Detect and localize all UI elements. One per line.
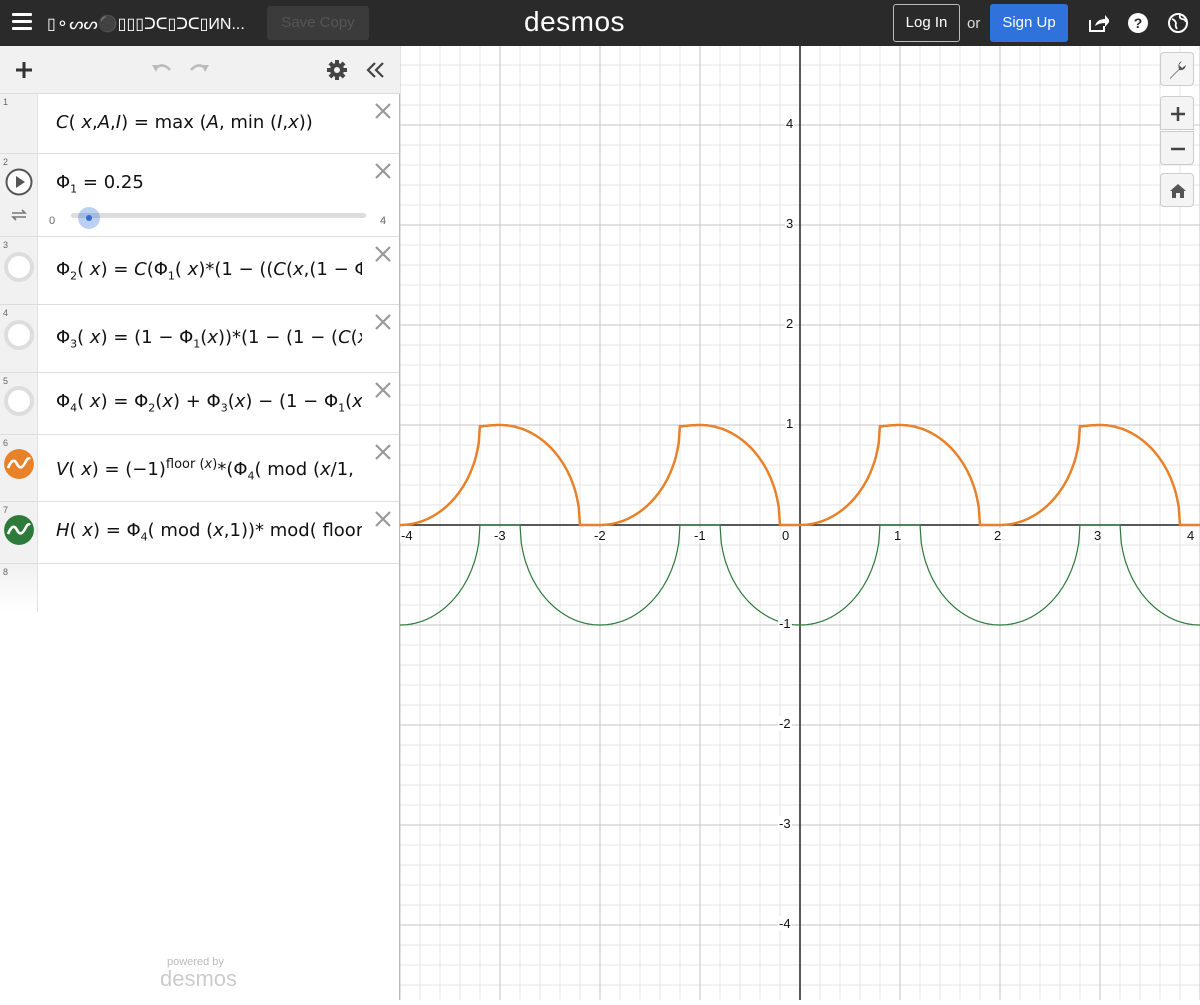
signup-button[interactable]: Sign Up [990, 4, 1068, 42]
login-button[interactable]: Log In [893, 4, 960, 42]
expression-formula[interactable]: V( x) = (−1)floor (x)*(Φ4( mod (x/1, [56, 457, 362, 483]
zoom-out-button[interactable] [1160, 131, 1194, 165]
zoom-in-icon [1171, 107, 1185, 121]
x-tick-label: 1 [893, 528, 903, 543]
expression-row-1[interactable]: 1 C( x,A,I) = max (A, min (I,x)) [0, 94, 399, 154]
y-tick-label: 4 [785, 116, 795, 131]
expression-gutter: 2 [0, 154, 38, 236]
x-tick-label: -3 [493, 528, 507, 543]
orange-wave-icon[interactable] [4, 449, 34, 479]
expression-row-4[interactable]: 4 Φ3( x) = (1 − Φ1(x))*(1 − (1 − (C(x,0 [0, 305, 399, 373]
globe-icon[interactable] [1167, 12, 1189, 34]
y-tick-label: 1 [785, 416, 795, 431]
x-tick-label: 4 [1186, 528, 1196, 543]
expression-formula[interactable]: H( x) = Φ4( mod (x,1))* mod( floor [56, 520, 362, 544]
loop-icon[interactable] [10, 207, 28, 223]
expression-number: 7 [3, 505, 9, 515]
slider-track[interactable] [71, 213, 366, 218]
delete-icon[interactable] [374, 443, 392, 461]
expression-number: 4 [3, 308, 9, 318]
expression-row-3[interactable]: 3 Φ2( x) = C(Φ1( x)*(1 − ((C(x,(1 − Φ1 [0, 237, 399, 305]
expression-number: 8 [3, 567, 9, 577]
share-icon[interactable] [1087, 12, 1109, 34]
x-tick-label: -4 [400, 528, 414, 543]
y-tick-label: -4 [778, 916, 792, 931]
expression-number: 5 [3, 376, 9, 386]
expression-number: 6 [3, 438, 9, 448]
x-tick-label: 2 [993, 528, 1003, 543]
y-tick-label: 3 [785, 216, 795, 231]
desmos-logo: desmos [524, 6, 626, 37]
expression-gutter: 4 [0, 305, 38, 372]
y-tick-label: 2 [785, 316, 795, 331]
collapse-panel-icon[interactable] [364, 59, 386, 81]
expression-list: 1 C( x,A,I) = max (A, min (I,x)) 2 Φ1 = … [0, 46, 400, 1000]
expression-formula[interactable]: C( x,A,I) = max (A, min (I,x)) [56, 112, 362, 133]
expression-toolbar [0, 46, 400, 94]
delete-icon[interactable] [374, 381, 392, 399]
play-icon[interactable] [4, 167, 34, 197]
graph-canvas[interactable]: -4 -3 -2 -1 0 1 2 3 4 4 3 2 1 -1 -2 -3 -4 [399, 46, 1200, 1000]
x-tick-label: -1 [693, 528, 707, 543]
add-icon[interactable] [13, 59, 35, 81]
redo-icon[interactable] [189, 59, 211, 81]
graph-settings-button[interactable] [1160, 52, 1194, 86]
expression-formula[interactable]: Φ2( x) = C(Φ1( x)*(1 − ((C(x,(1 − Φ1 [56, 259, 362, 283]
delete-icon[interactable] [374, 313, 392, 331]
zoom-in-button[interactable] [1160, 96, 1194, 130]
home-icon [1170, 184, 1186, 198]
delete-icon[interactable] [374, 102, 392, 120]
delete-icon[interactable] [374, 245, 392, 263]
slider-max[interactable]: 4 [380, 215, 386, 227]
gear-icon[interactable] [326, 59, 348, 81]
y-tick-label: -1 [778, 616, 792, 631]
expression-gutter: 6 [0, 435, 38, 501]
green-wave-icon[interactable] [4, 515, 34, 545]
hidden-toggle-icon[interactable] [4, 386, 34, 416]
hidden-toggle-icon[interactable] [4, 320, 34, 350]
expression-gutter: 3 [0, 237, 38, 304]
top-bar: ▯⚬ᔕᔕ⚫▯▯▯ᑐᑕ▯ᑐᑕ▯ИN... Save Copy desmos Log… [0, 0, 1200, 46]
powered-by-logo: desmos [160, 966, 238, 991]
y-tick-label: -2 [778, 716, 792, 731]
home-button[interactable] [1160, 173, 1194, 207]
expression-row-7[interactable]: 7 H( x) = Φ4( mod (x,1))* mod( floor [0, 502, 399, 564]
expression-row-2[interactable]: 2 Φ1 = 0.25 [0, 154, 399, 237]
hidden-toggle-icon[interactable] [4, 252, 34, 282]
expression-gutter: 5 [0, 373, 38, 434]
expression-number: 1 [3, 97, 9, 107]
expression-number: 2 [3, 157, 9, 167]
expression-formula[interactable]: Φ1 = 0.25 [56, 172, 362, 196]
x-tick-label: 0 [781, 528, 791, 543]
zoom-out-icon [1171, 147, 1185, 151]
expression-number: 3 [3, 240, 9, 250]
slider-handle-dot [86, 215, 92, 221]
y-tick-label: -3 [778, 816, 792, 831]
expression-row-8[interactable]: 8 [0, 564, 399, 612]
expression-formula[interactable]: Φ4( x) = Φ2(x) + Φ3(x) − (1 − Φ1(x)) [56, 391, 362, 415]
wrench-icon [1170, 61, 1186, 79]
menu-icon[interactable] [12, 13, 32, 33]
x-tick-label: -2 [593, 528, 607, 543]
delete-icon[interactable] [374, 162, 392, 180]
or-label: or [967, 15, 981, 32]
expression-row-6[interactable]: 6 V( x) = (−1)floor (x)*(Φ4( mod (x/1, [0, 435, 399, 502]
slider-min[interactable]: 0 [49, 215, 55, 227]
expression-formula[interactable]: Φ3( x) = (1 − Φ1(x))*(1 − (1 − (C(x,0 [56, 327, 362, 351]
expression-gutter: 1 [0, 94, 38, 153]
expression-gutter: 8 [0, 564, 38, 612]
expression-gutter: 7 [0, 502, 38, 563]
save-copy-button[interactable]: Save Copy [267, 6, 369, 40]
graph-svg[interactable] [399, 46, 1200, 1000]
x-tick-label: 3 [1093, 528, 1103, 543]
undo-icon[interactable] [150, 59, 172, 81]
svg-text:?: ? [1134, 15, 1143, 31]
help-icon[interactable]: ? [1127, 12, 1149, 34]
graph-title: ▯⚬ᔕᔕ⚫▯▯▯ᑐᑕ▯ᑐᑕ▯ИN... [47, 16, 245, 33]
expression-row-5[interactable]: 5 Φ4( x) = Φ2(x) + Φ3(x) − (1 − Φ1(x)) [0, 373, 399, 435]
delete-icon[interactable] [374, 510, 392, 528]
